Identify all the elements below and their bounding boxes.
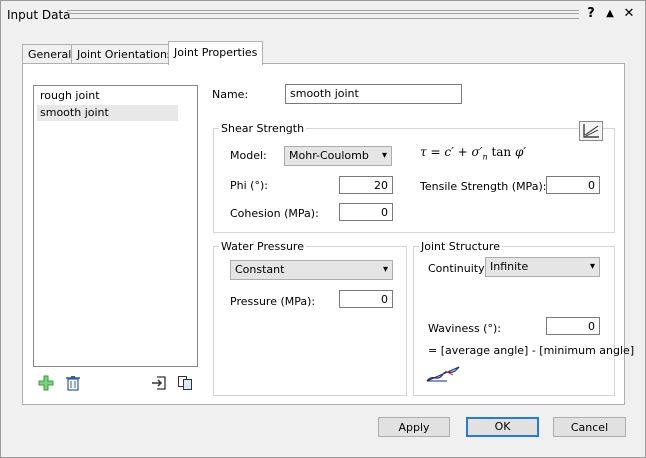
cancel-button[interactable]: Cancel — [553, 417, 626, 437]
name-label: Name: — [212, 88, 249, 101]
waviness-note: = [average angle] - [minimum angle] — [428, 344, 635, 357]
chevron-down-icon: ▾ — [589, 261, 595, 272]
formula-tau: τ — [420, 145, 427, 159]
window-title: Input Data — [7, 8, 71, 22]
tab-joint-properties[interactable]: Joint Properties — [168, 41, 264, 65]
input-data-dialog: Input Data ? ▲ ✕ General Joint Orientati… — [0, 0, 646, 458]
cohesion-label: Cohesion (MPa): — [230, 207, 319, 220]
formula-phi: φ′ — [514, 145, 527, 159]
model-value: Mohr-Coulomb — [289, 149, 369, 162]
formula-plus: + — [457, 145, 468, 159]
model-dropdown[interactable]: Mohr-Coulomb ▾ — [284, 146, 392, 166]
title-bar[interactable]: Input Data ? ▲ ✕ — [1, 1, 645, 27]
pressure-label: Pressure (MPa): — [230, 295, 316, 308]
ok-button[interactable]: OK — [466, 417, 539, 437]
list-item[interactable]: rough joint — [37, 88, 178, 104]
model-label: Model: — [230, 149, 267, 162]
formula-equals: = — [430, 145, 441, 159]
water-pressure-title: Water Pressure — [219, 240, 306, 253]
shear-plot-icon[interactable] — [579, 121, 603, 141]
title-grip — [67, 10, 579, 19]
pressure-input[interactable]: 0 — [339, 290, 393, 308]
shear-strength-title: Shear Strength — [219, 122, 307, 135]
phi-label: Phi (°): — [230, 179, 268, 192]
continuity-label: Continuity: — [428, 262, 488, 275]
apply-button[interactable]: Apply — [378, 417, 450, 437]
formula-sigma: σ′ — [471, 145, 483, 159]
water-pressure-dropdown[interactable]: Constant ▾ — [230, 260, 393, 280]
water-pressure-type: Constant — [235, 263, 285, 276]
list-item[interactable]: smooth joint — [37, 105, 178, 121]
continuity-value: Infinite — [490, 260, 529, 273]
collapse-button[interactable]: ▲ — [602, 8, 618, 19]
import-icon[interactable] — [151, 375, 167, 391]
tensile-strength-label: Tensile Strength (MPa): — [420, 180, 547, 193]
mohr-coulomb-formula: τ = c′ + σ′n tan φ′ — [420, 145, 526, 161]
formula-cohesion: c′ — [444, 145, 454, 159]
tab-general[interactable]: General — [22, 44, 78, 64]
waviness-input[interactable]: 0 — [546, 317, 600, 335]
formula-tan: tan — [491, 145, 512, 159]
joint-structure-title: Joint Structure — [419, 240, 502, 253]
chevron-down-icon: ▾ — [381, 150, 387, 161]
tab-joint-orientations[interactable]: Joint Orientations — [71, 44, 179, 64]
cohesion-input[interactable]: 0 — [339, 203, 393, 221]
name-input[interactable]: smooth joint — [285, 84, 462, 104]
tensile-strength-input[interactable]: 0 — [546, 176, 600, 194]
waviness-diagram-icon — [426, 366, 460, 382]
chevron-down-icon: ▾ — [382, 264, 388, 275]
waviness-label: Waviness (°): — [428, 322, 501, 335]
continuity-dropdown[interactable]: Infinite ▾ — [485, 257, 600, 277]
phi-input[interactable]: 20 — [339, 176, 393, 194]
close-button[interactable]: ✕ — [621, 6, 637, 21]
copy-icon[interactable] — [177, 375, 193, 391]
add-icon[interactable] — [38, 375, 54, 391]
joint-list[interactable]: rough joint smooth joint — [33, 85, 198, 367]
delete-icon[interactable] — [65, 375, 81, 391]
formula-sub-n: n — [482, 152, 488, 162]
help-button[interactable]: ? — [583, 6, 599, 21]
